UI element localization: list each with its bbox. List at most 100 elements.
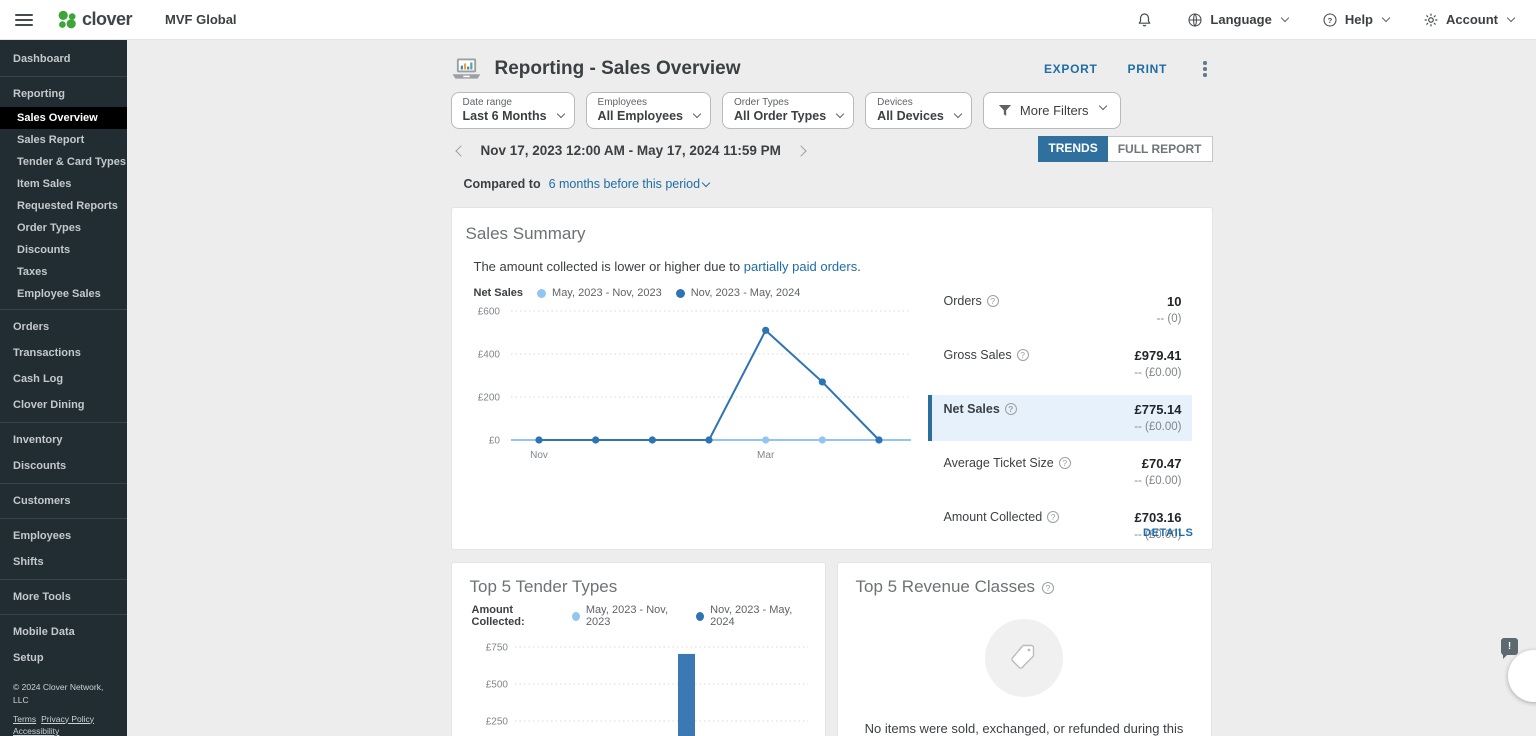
sidebar-item-requested-reports[interactable]: Requested Reports [0,195,127,217]
net-sales-chart[interactable]: £0£200£400£600NovMar [466,303,916,473]
date-range-text: Nov 17, 2023 12:00 AM - May 17, 2024 11:… [481,143,781,158]
legend-series-name: May, 2023 - Nov, 2023 [552,287,662,299]
sidebar-item-tender-card-types[interactable]: Tender & Card Types [0,151,127,173]
sidebar: Dashboard ReportingSales OverviewSales Re… [0,40,127,736]
sidebar-item-reporting[interactable]: Reporting [0,81,127,107]
legend-series-name: Nov, 2023 - May, 2024 [691,287,801,299]
sidebar-item-employee-sales[interactable]: Employee Sales [0,283,127,305]
tender-types-legend: Amount Collected: May, 2023 - Nov, 2023N… [472,604,807,628]
empty-state: No items were sold, exchanged, or refund… [856,619,1193,736]
stat-row-average-ticket-size[interactable]: Average Ticket Size ? £70.47 -- (£0.00) [928,449,1192,495]
sidebar-divider [0,422,127,423]
print-button[interactable]: PRINT [1128,62,1168,76]
clover-logo[interactable]: clover [55,8,132,32]
help-icon: ? [1322,12,1338,28]
help-tooltip-icon[interactable]: ? [1047,511,1059,523]
chevron-down-icon [702,178,710,186]
sidebar-item-sales-overview[interactable]: Sales Overview [0,107,127,129]
trends-tab[interactable]: TRENDS [1038,136,1107,162]
chevron-down-icon [1382,14,1390,22]
stat-row-gross-sales[interactable]: Gross Sales ? £979.41-- (£0.00) [928,341,1192,387]
export-button[interactable]: EXPORT [1044,62,1098,76]
sales-summary-title: Sales Summary [466,224,1192,244]
sidebar-item-shifts[interactable]: Shifts [0,549,127,575]
sidebar-item-discounts[interactable]: Discounts [0,453,127,479]
sidebar-item-more-tools[interactable]: More Tools [0,584,127,610]
sidebar-item-orders[interactable]: Orders [0,314,127,340]
filter-devices[interactable]: DevicesAll Devices [865,92,972,129]
help-tooltip-icon[interactable]: ? [1059,457,1071,469]
legend-item: Nov, 2023 - May, 2024 [676,287,801,299]
more-options-kebab-icon[interactable] [1197,59,1213,79]
summary-stats: Orders ? 10-- (0) Gross Sales ? £979.41--… [928,287,1192,557]
previous-period-arrow[interactable] [455,145,466,156]
sidebar-item-sales-report[interactable]: Sales Report [0,129,127,151]
compared-to-selector[interactable]: 6 months before this period [549,177,709,191]
help-tooltip-icon[interactable]: ? [1017,349,1029,361]
reporting-chart-icon [451,57,482,82]
sidebar-item-mobile-data[interactable]: Mobile Data [0,619,127,645]
more-filters-button[interactable]: More Filters [983,92,1121,129]
details-link[interactable]: DETAILS [1143,527,1193,539]
next-period-arrow[interactable] [795,145,806,156]
legend-label: Net Sales [474,287,524,299]
help-tooltip-icon[interactable]: ? [1042,582,1054,594]
chevron-down-icon [1098,102,1106,110]
stat-row-amount-collected[interactable]: Amount Collected ? £703.16-- (£0.00) [928,503,1192,549]
filter-value: All Devices [877,109,944,123]
sidebar-divider [0,518,127,519]
sidebar-item-taxes[interactable]: Taxes [0,261,127,283]
sidebar-item-setup[interactable]: Setup [0,645,127,671]
partially-paid-orders-link[interactable]: partially paid orders [744,259,857,274]
sidebar-item-cash-log[interactable]: Cash Log [0,366,127,392]
full-report-tab[interactable]: FULL REPORT [1108,136,1213,162]
revenue-classes-card: Top 5 Revenue Classes ? No items were so… [837,562,1212,736]
price-tags-icon [1004,638,1044,678]
chevron-down-icon [556,110,564,118]
sidebar-item-dashboard[interactable]: Dashboard [0,46,127,72]
svg-text:£200: £200 [477,393,500,404]
sidebar-divider [0,76,127,77]
hamburger-menu-icon[interactable] [15,11,33,29]
sidebar-item-clover-dining[interactable]: Clover Dining [0,392,127,418]
footer-link-accessibility[interactable]: Accessibility [13,725,59,736]
stat-row-orders[interactable]: Orders ? 10-- (0) [928,287,1192,333]
account-menu[interactable]: Account [1423,12,1514,28]
sidebar-item-item-sales[interactable]: Item Sales [0,173,127,195]
legend-dot [572,612,580,621]
notification-bell-icon[interactable] [1136,11,1153,29]
tender-types-chart[interactable]: £250£500£750 [470,636,810,736]
page-header: Reporting - Sales Overview EXPORT PRINT [451,53,1213,85]
filter-label: Date range [463,97,547,108]
sidebar-item-inventory[interactable]: Inventory [0,427,127,453]
filter-label: Devices [877,97,944,108]
filter-order-types[interactable]: Order TypesAll Order Types [722,92,854,129]
stat-label: Average Ticket Size ? [944,456,1071,487]
feedback-button[interactable] [1508,650,1536,702]
main-content: Reporting - Sales Overview EXPORT PRINT … [127,40,1536,736]
globe-icon [1187,12,1203,28]
legend-item: Nov, 2023 - May, 2024 [696,604,806,628]
legend-series-name: Nov, 2023 - May, 2024 [710,604,806,628]
help-menu[interactable]: ? Help [1322,12,1389,28]
help-tooltip-icon[interactable]: ? [1005,403,1017,415]
sidebar-item-customers[interactable]: Customers [0,488,127,514]
sidebar-item-order-types[interactable]: Order Types [0,217,127,239]
footer-link-privacy-policy[interactable]: Privacy Policy [41,713,94,726]
more-filters-label: More Filters [1020,103,1089,118]
filter-value: Last 6 Months [463,109,547,123]
svg-text:?: ? [1327,15,1332,24]
svg-text:£400: £400 [477,350,500,361]
stat-value: £70.47 [1134,456,1181,471]
filter-employees[interactable]: EmployeesAll Employees [586,92,711,129]
legend-item: May, 2023 - Nov, 2023 [537,287,662,299]
filter-date-range[interactable]: Date rangeLast 6 Months [451,92,575,129]
sidebar-item-employees[interactable]: Employees [0,523,127,549]
language-menu[interactable]: Language [1187,12,1287,28]
sidebar-item-discounts[interactable]: Discounts [0,239,127,261]
sidebar-item-transactions[interactable]: Transactions [0,340,127,366]
footer-link-terms[interactable]: Terms [13,713,36,726]
stat-row-net-sales[interactable]: Net Sales ? £775.14-- (£0.00) [928,395,1192,441]
help-tooltip-icon[interactable]: ? [987,295,999,307]
stat-delta: -- (£0.00) [1134,475,1181,487]
